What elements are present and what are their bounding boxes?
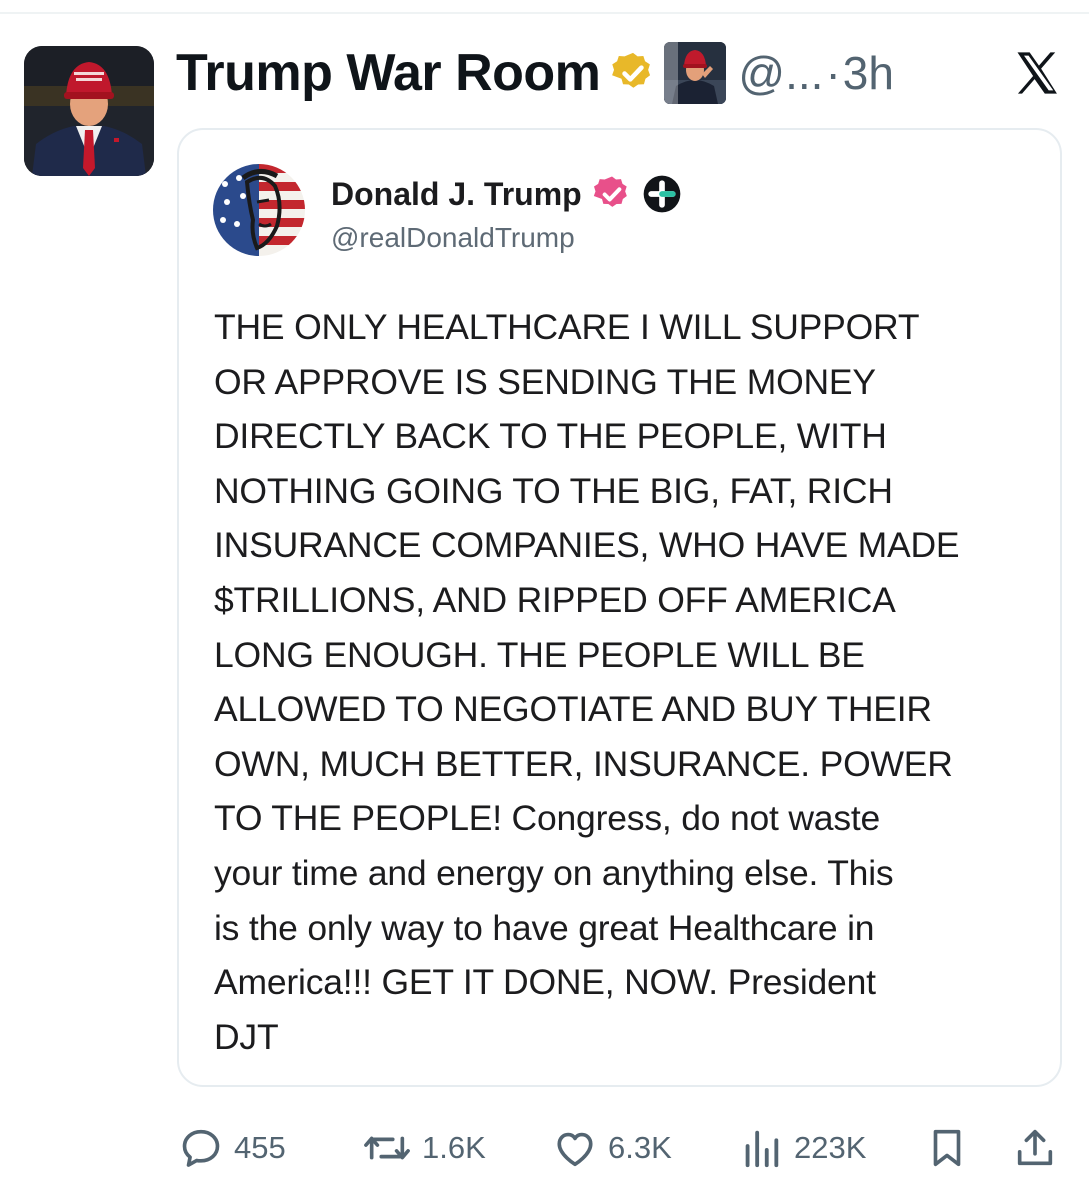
bookmark-button[interactable] bbox=[924, 1118, 970, 1178]
body-line: is the only way to have great Healthcare… bbox=[214, 907, 875, 948]
body-line: TO THE PEOPLE! Congress, do not waste bbox=[214, 798, 881, 839]
quoted-author-name[interactable]: Donald J. Trump bbox=[331, 176, 582, 213]
body-line: ALLOWED TO NEGOTIATE AND BUY THEIR bbox=[214, 689, 932, 730]
quoted-name-row: Donald J. Trump bbox=[331, 172, 682, 216]
quoted-post-card[interactable]: Donald J. Trump @realDonaldTrump THE ONL… bbox=[177, 128, 1062, 1087]
post-header: Trump War Room @... · 3h bbox=[176, 38, 1071, 108]
author-handle[interactable]: @... bbox=[738, 46, 823, 100]
like-button[interactable]: 6.3K bbox=[552, 1118, 672, 1178]
body-line: DJT bbox=[214, 1016, 279, 1057]
body-line: $TRILLIONS, AND RIPPED OFF AMERICA bbox=[214, 579, 896, 620]
like-count: 6.3K bbox=[608, 1130, 672, 1165]
quoted-author-handle[interactable]: @realDonaldTrump bbox=[331, 222, 575, 254]
body-line: OWN, MUCH BETTER, INSURANCE. POWER bbox=[214, 743, 953, 784]
affiliate-avatar[interactable] bbox=[664, 42, 727, 104]
body-line: OR APPROVE IS SENDING THE MONEY bbox=[214, 361, 876, 402]
body-line: INSURANCE COMPANIES, WHO HAVE MADE bbox=[214, 525, 960, 566]
repost-button[interactable]: 1.6K bbox=[362, 1118, 486, 1178]
post-time[interactable]: 3h bbox=[843, 46, 894, 100]
body-line: America!!! GET IT DONE, NOW. President bbox=[214, 962, 876, 1003]
body-line: NOTHING GOING TO THE BIG, FAT, RICH bbox=[214, 470, 893, 511]
plus-badge-icon bbox=[643, 175, 681, 213]
share-icon bbox=[1017, 1129, 1053, 1166]
repost-icon bbox=[364, 1136, 410, 1160]
action-bar: 455 1.6K 6.3K 223K bbox=[0, 1118, 1089, 1178]
share-button[interactable] bbox=[1012, 1118, 1058, 1178]
body-line: THE ONLY HEALTHCARE I WILL SUPPORT bbox=[214, 307, 920, 347]
reply-icon bbox=[182, 1129, 220, 1167]
views-icon bbox=[745, 1130, 779, 1168]
reply-button[interactable]: 455 bbox=[178, 1118, 286, 1178]
views-count: 223K bbox=[794, 1130, 867, 1165]
pink-verified-badge-icon bbox=[593, 176, 627, 207]
views-button[interactable]: 223K bbox=[738, 1118, 866, 1178]
quoted-author-avatar[interactable] bbox=[213, 164, 305, 256]
separator-dot: · bbox=[825, 47, 841, 99]
quoted-post-text: THE ONLY HEALTHCARE I WILL SUPPORT OR AP… bbox=[214, 300, 1044, 1064]
reply-count: 455 bbox=[234, 1130, 286, 1165]
top-divider bbox=[0, 12, 1089, 14]
gold-verified-badge-icon[interactable] bbox=[610, 50, 656, 96]
author-avatar[interactable] bbox=[24, 46, 154, 176]
repost-count: 1.6K bbox=[422, 1130, 486, 1165]
body-line: LONG ENOUGH. THE PEOPLE WILL BE bbox=[214, 634, 865, 675]
bookmark-icon bbox=[933, 1129, 961, 1167]
author-name[interactable]: Trump War Room bbox=[176, 43, 601, 103]
like-icon bbox=[557, 1132, 593, 1167]
x-logo-icon[interactable] bbox=[1011, 47, 1063, 99]
body-line: your time and energy on anything else. T… bbox=[214, 852, 894, 893]
body-line: DIRECTLY BACK TO THE PEOPLE, WITH bbox=[214, 416, 887, 457]
